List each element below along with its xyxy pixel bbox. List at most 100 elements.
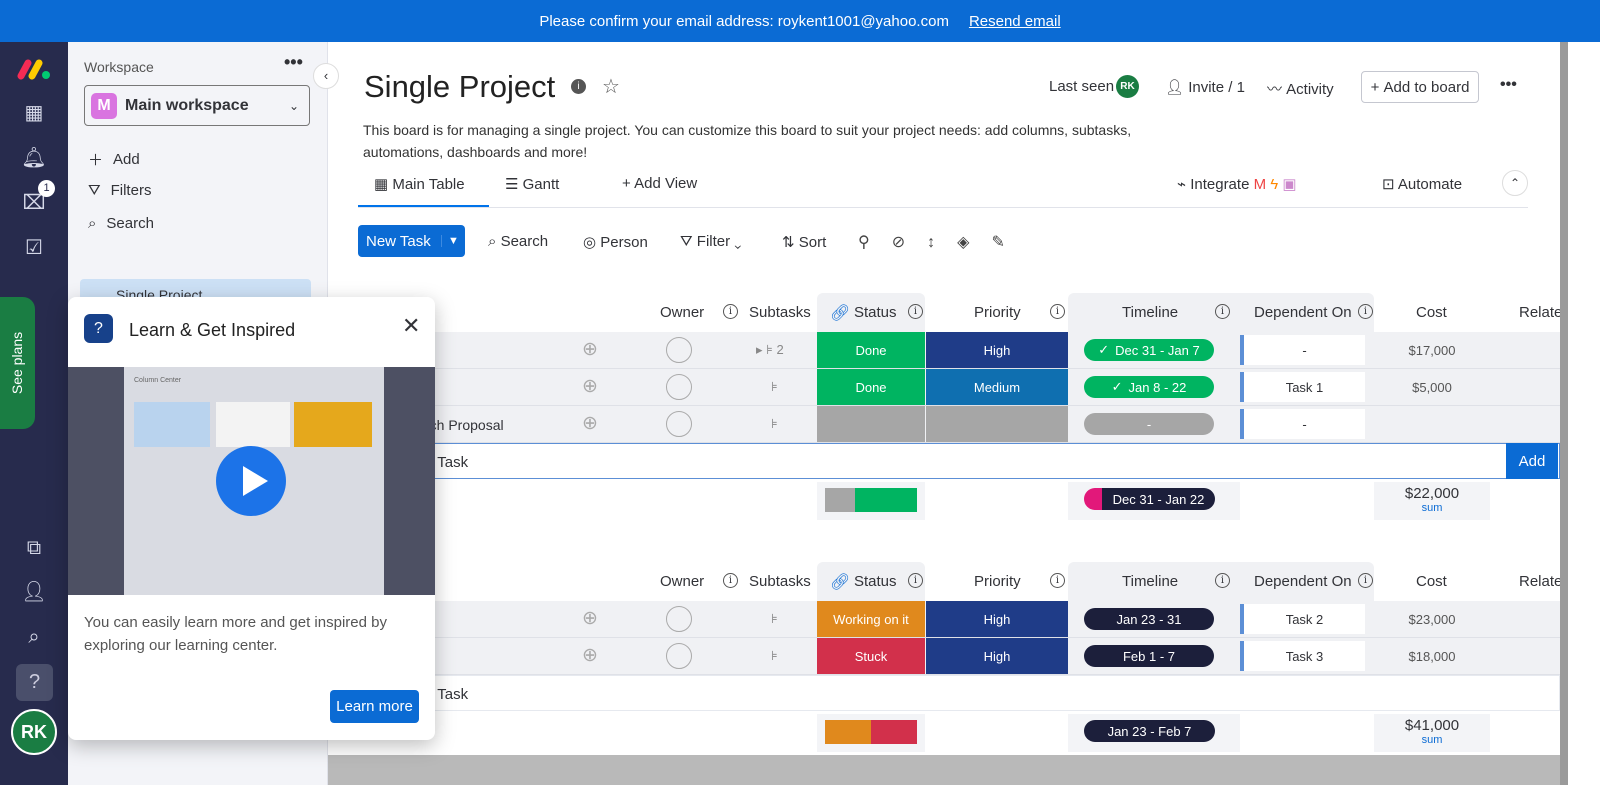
add-task-button[interactable]: Add	[1506, 443, 1558, 479]
timeline-pill[interactable]: ✓ Jan 8 - 22	[1084, 376, 1214, 398]
learning-video[interactable]: Column Center	[68, 367, 435, 595]
status-cell[interactable]: Done	[817, 332, 925, 368]
add-update-icon[interactable]: ⊕	[582, 644, 598, 667]
add-view-button[interactable]: + Add View	[622, 175, 697, 192]
timeline-pill[interactable]: Feb 1 - 7	[1084, 645, 1214, 667]
info-icon[interactable]: i	[723, 304, 738, 319]
column-header-cost[interactable]: Cost	[1416, 573, 1447, 590]
collapse-header-button[interactable]: ⌃	[1502, 170, 1528, 196]
column-header-timeline[interactable]: Timeline	[1122, 304, 1178, 321]
column-header-status[interactable]: Status	[854, 304, 897, 321]
info-icon[interactable]: i	[908, 573, 923, 588]
horizontal-scrollbar[interactable]	[328, 755, 1560, 785]
see-plans-button[interactable]: See plans	[0, 297, 35, 429]
subtasks-icon[interactable]: ▸ ⊧ 2	[756, 342, 784, 358]
column-header-owner[interactable]: Owner	[660, 304, 704, 321]
add-task-row[interactable]	[328, 675, 1560, 711]
pin-icon[interactable]: ⚲	[858, 234, 892, 251]
info-icon[interactable]: i	[1050, 573, 1065, 588]
subtasks-icon[interactable]: ⊧	[771, 379, 778, 395]
cost-cell[interactable]: $5,000	[1374, 369, 1490, 405]
info-icon[interactable]: i	[908, 304, 923, 319]
monday-logo-icon[interactable]	[16, 58, 52, 80]
apps-grid-icon[interactable]: ▦	[20, 99, 48, 127]
dependent-cell[interactable]: -	[1240, 335, 1365, 365]
play-button[interactable]	[216, 446, 286, 516]
column-header-related[interactable]: Relate	[1519, 573, 1562, 590]
priority-cell[interactable]: High	[926, 638, 1068, 674]
close-icon[interactable]: ✕	[402, 313, 420, 339]
subtasks-icon[interactable]: ⊧	[771, 611, 778, 627]
add-item[interactable]: ＋ Add	[88, 149, 140, 170]
invite-user-icon[interactable]: 👤︎	[20, 578, 48, 606]
dependent-cell[interactable]: Task 1	[1240, 372, 1365, 402]
priority-cell[interactable]: High	[926, 601, 1068, 637]
new-task-button[interactable]: New Task ▼	[358, 225, 465, 257]
add-update-icon[interactable]: ⊕	[582, 607, 598, 630]
info-icon[interactable]: i	[1358, 304, 1373, 319]
column-header-owner[interactable]: Owner	[660, 573, 704, 590]
sort-button[interactable]: ⇅ Sort	[782, 233, 826, 251]
column-header-status[interactable]: Status	[854, 573, 897, 590]
vertical-scrollbar[interactable]	[1560, 42, 1600, 785]
my-work-calendar-icon[interactable]: ☑	[20, 234, 48, 262]
chevron-down-icon[interactable]: ▼	[441, 235, 459, 247]
dependent-cell[interactable]: Task 2	[1240, 604, 1365, 634]
column-header-cost[interactable]: Cost	[1416, 304, 1447, 321]
resend-email-link[interactable]: Resend email	[969, 13, 1061, 30]
priority-cell[interactable]: Medium	[926, 369, 1068, 405]
paint-bucket-icon[interactable]: ◈	[957, 234, 991, 251]
invite-button[interactable]: 👤︎ Invite / 1	[1165, 78, 1245, 96]
search-button[interactable]: ⌕ Search	[488, 233, 548, 250]
info-icon[interactable]: i	[571, 79, 586, 94]
workspace-selector[interactable]: M Main workspace ⌄	[84, 85, 310, 126]
timeline-pill[interactable]: ✓ Dec 31 - Jan 7	[1084, 339, 1214, 361]
add-to-board-button[interactable]: + Add to board	[1361, 71, 1479, 103]
column-header-priority[interactable]: Priority	[974, 304, 1021, 321]
column-header-related[interactable]: Relate	[1519, 304, 1562, 321]
info-icon[interactable]: i	[723, 573, 738, 588]
row-height-icon[interactable]: ↕	[927, 234, 957, 251]
dependent-cell[interactable]: Task 3	[1240, 641, 1365, 671]
person-avatar-icon[interactable]	[666, 374, 692, 400]
status-cell[interactable]: Done	[817, 369, 925, 405]
info-icon[interactable]: i	[1358, 573, 1373, 588]
add-update-icon[interactable]: ⊕	[582, 412, 598, 435]
add-update-icon[interactable]: ⊕	[582, 375, 598, 398]
activity-button[interactable]: 〰 Activity	[1267, 78, 1334, 99]
integrate-button[interactable]: ⌁ Integrate M ϟ ▣	[1177, 175, 1297, 193]
person-avatar-icon[interactable]	[666, 337, 692, 363]
workspace-more-icon[interactable]: •••	[284, 52, 303, 73]
learn-more-button[interactable]: Learn more	[330, 690, 419, 723]
add-update-icon[interactable]: ⊕	[582, 338, 598, 361]
status-cell[interactable]: Stuck	[817, 638, 925, 674]
more-options-icon[interactable]: •••	[1500, 76, 1517, 94]
person-avatar-icon[interactable]	[666, 606, 692, 632]
filter-button[interactable]: ⛛ Filter ⌄	[680, 233, 741, 250]
subtasks-icon[interactable]: ⊧	[771, 648, 778, 664]
puzzle-icon[interactable]: ⧉	[20, 534, 48, 562]
priority-cell[interactable]: High	[926, 332, 1068, 368]
task-name[interactable]: rch Proposal	[425, 417, 504, 433]
info-icon[interactable]: i	[1215, 304, 1230, 319]
add-task-row[interactable]	[328, 443, 1560, 479]
user-avatar[interactable]: RK	[11, 709, 57, 755]
status-cell[interactable]	[817, 406, 925, 442]
timeline-pill[interactable]: -	[1084, 413, 1214, 435]
pen-icon[interactable]: ✎	[991, 234, 1026, 251]
cost-cell[interactable]: $17,000	[1374, 332, 1490, 368]
bell-icon[interactable]: 🔔︎	[20, 144, 48, 172]
tab-main-table[interactable]: ▦ Main Table	[374, 175, 465, 193]
cost-cell[interactable]	[1374, 406, 1490, 442]
info-icon[interactable]: i	[1050, 304, 1065, 319]
hide-icon[interactable]: ⊘	[892, 234, 927, 251]
column-header-dependent[interactable]: Dependent On	[1254, 304, 1352, 321]
column-header-priority[interactable]: Priority	[974, 573, 1021, 590]
cost-cell[interactable]: $23,000	[1374, 601, 1490, 637]
search-item[interactable]: ⌕ Search	[88, 215, 154, 232]
help-button[interactable]: ?	[16, 664, 53, 701]
timeline-pill[interactable]: Jan 23 - 31	[1084, 608, 1214, 630]
person-avatar-icon[interactable]	[666, 411, 692, 437]
tab-gantt[interactable]: ☰ Gantt	[505, 175, 559, 193]
filters-item[interactable]: ⛛ Filters	[88, 182, 151, 199]
